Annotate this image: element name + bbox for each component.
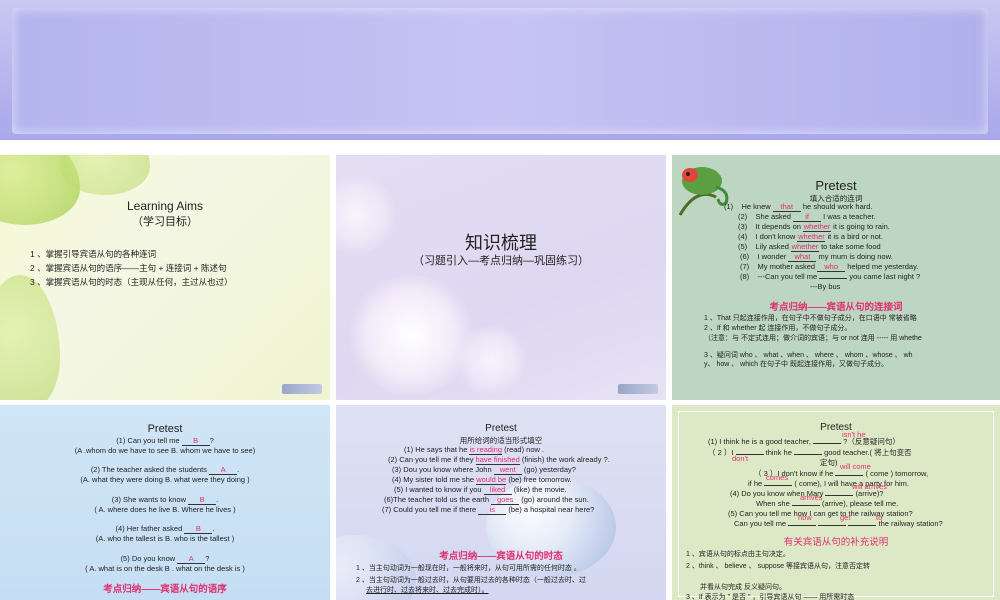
- section-heading: 考点归纳——宾语从句的时态: [439, 551, 563, 562]
- question-line: (1) I think he is a good teacher, ?（反意疑问…: [708, 437, 900, 446]
- question-line: (3) It depends on whether it is going to…: [738, 222, 890, 232]
- answer: B: [193, 436, 199, 445]
- answer: is reading: [469, 445, 502, 454]
- question-line: When she (arrive), please tell me.: [756, 499, 899, 508]
- options-line: ( A. what is on the desk B . what on the…: [85, 564, 245, 573]
- options-line: (A. what they were doing B. what were th…: [80, 475, 250, 484]
- slide-subtitle: （学习目标）: [132, 216, 198, 228]
- aim-item: 3 、掌握宾语从句的时态（主现从任何，主过从也过）: [30, 277, 233, 287]
- answer: B: [199, 495, 205, 504]
- options-line: (A .whom do we have to see B. whom we ha…: [74, 446, 256, 455]
- banner-slide: [12, 8, 988, 134]
- answer: liked: [489, 485, 506, 494]
- slide-learning-aims[interactable]: Learning Aims （学习目标） 1 、掌握引导宾语从句的各种连词 2 …: [0, 155, 330, 400]
- answer: B: [195, 524, 201, 533]
- slide-pretest-supplement[interactable]: Pretest (1) I think he is a good teacher…: [672, 405, 1000, 600]
- note-line: （注意：与 不定式连用；做介词的宾语；与 or not 连用 ----- 用 w…: [704, 335, 922, 342]
- flower-decoration: [346, 275, 476, 395]
- question-line: ---By bus: [810, 282, 841, 291]
- answer: what: [794, 252, 811, 261]
- answer: would be: [476, 475, 507, 484]
- slide-pretest-tense[interactable]: Pretest 用所给词的适当形式填空 (1) He says that he …: [336, 405, 666, 600]
- section-heading: 考点归纳——宾语从句的语序: [103, 584, 227, 595]
- logo: [282, 384, 322, 394]
- answer: isn't he: [842, 430, 866, 439]
- note-line: 去进行时、过去将来时、过去完成时）。: [366, 587, 489, 594]
- aim-item: 2 、掌握宾语从句的语序——主句 + 连接词 + 陈述句: [30, 263, 227, 273]
- section-heading: 考点归纳——宾语从句的连接词: [769, 302, 903, 313]
- options-line: ( A. where does he live B. Where he live…: [94, 505, 236, 514]
- note-line: 3 、If 表示为 " 是否 " ，引导宾语从句 —— 用所需时态: [686, 594, 855, 600]
- question-line: (7) My mother asked who helped me yester…: [740, 262, 919, 272]
- answer: how: [798, 513, 812, 522]
- question-line: (5) Can you tell me how I can get to the…: [728, 509, 913, 518]
- question-line: (1) He knew that he should work hard.: [724, 202, 873, 212]
- note-line: 2 、think 、 believe 、 suppose 等接宾语从句，注意否定…: [686, 563, 870, 570]
- question-line: (3) She wants to know B.: [111, 495, 219, 505]
- question-line: (1) Can you tell me B?: [116, 436, 214, 446]
- slide-title: Pretest: [485, 423, 517, 434]
- logo: [618, 384, 658, 394]
- question-line: (4) My sister told me she would be (be) …: [392, 475, 572, 485]
- question-line: (7) Could you tell me if there is (be) a…: [382, 505, 595, 515]
- answer: whether: [798, 232, 825, 241]
- slide-subtitle: （习题引入—考点归纳—巩固练习）: [413, 255, 589, 267]
- question-line: (5) I wanted to know if you liked (like)…: [394, 485, 567, 495]
- question-line: Can you tell me the railway station?: [734, 519, 943, 528]
- answer: if: [805, 212, 809, 221]
- question-line: (2) The teacher asked the students A.: [90, 465, 240, 475]
- answer: that: [780, 202, 794, 211]
- note-line: y、 how 、 which 在句子中 既起连接作用，又做句子成分。: [704, 361, 888, 368]
- question-line: (5) Do you know A?: [120, 554, 210, 564]
- question-line: (2) Can you tell me if they have finishe…: [388, 455, 610, 465]
- answer: don't: [732, 454, 749, 463]
- answer: goes: [497, 495, 514, 504]
- question-line: (3) Dou you know where John went (go) ye…: [392, 465, 576, 475]
- section-heading: 有关宾语从句的补充说明: [783, 537, 889, 548]
- question-line: (5) Lily asked whether to take some food: [738, 242, 881, 252]
- slide-title: Pretest: [147, 423, 183, 435]
- options-line: (A. who the tallest is B. who is the tal…: [95, 534, 235, 543]
- note-line: 1 、That 只起连接作用，在句子中不做句子成分，在口语中 常被省略: [704, 315, 917, 322]
- note-line: 2 、If 和 whether 起 连接作用，不做句子成分。: [704, 325, 852, 332]
- answer: who: [824, 262, 839, 271]
- slide-title: Pretest: [815, 178, 857, 193]
- answer: to: [876, 513, 883, 522]
- question-line: (2) She asked if I was a teacher.: [738, 212, 876, 222]
- question-line: (6) I wonder what my mum is doing now.: [740, 252, 893, 262]
- top-banner: [0, 0, 1000, 140]
- question-line: (4) Her father asked B.: [115, 524, 215, 534]
- answer: whether: [803, 222, 831, 231]
- answer: whether: [791, 242, 819, 251]
- answer: have finished: [475, 455, 520, 464]
- aim-item: 1 、掌握引导宾语从句的各种连词: [30, 249, 157, 259]
- answer: went: [499, 465, 516, 474]
- slide-title: Learning Aims: [126, 199, 204, 213]
- slide-knowledge-review[interactable]: 知识梳理 （习题引入—考点归纳—巩固练习）: [336, 155, 666, 400]
- answer: A: [220, 465, 226, 474]
- note-line: 1 、宾语从句的标点由主句决定。: [686, 551, 790, 558]
- question-line: (8) ---Can you tell me you came last nig…: [740, 272, 921, 281]
- slide-pretest-word-order[interactable]: Pretest (1) Can you tell me B? (A .whom …: [0, 405, 330, 600]
- leaf-decoration: [0, 275, 60, 400]
- answer: is: [489, 505, 496, 514]
- answer: get: [840, 513, 851, 522]
- flower-decoration: [456, 325, 526, 395]
- question-line: (6)The teacher told us the earth goes (g…: [384, 495, 589, 505]
- question-line: 定句): [820, 458, 838, 467]
- question-line: (1) He says that he is reading (read) no…: [404, 445, 545, 455]
- note-line: 2 、当主句动词为一般过去时，从句要用过去的各种时态（一般过去时、过: [356, 577, 586, 584]
- note-line: 1 、当主句动词为一般现在时，一般将来时，从句可用所需的任何时态 。: [356, 565, 581, 572]
- slide-pretest-conjunctions[interactable]: Pretest 填入合适的连词 (1) He knew that he shou…: [672, 155, 1000, 400]
- answer: A: [188, 554, 194, 563]
- note-line: 并看从句完成 反义疑问句。: [700, 584, 786, 591]
- slide-title: Pretest: [820, 422, 852, 433]
- question-line: (4) I don't know whether it is a bird or…: [738, 232, 883, 242]
